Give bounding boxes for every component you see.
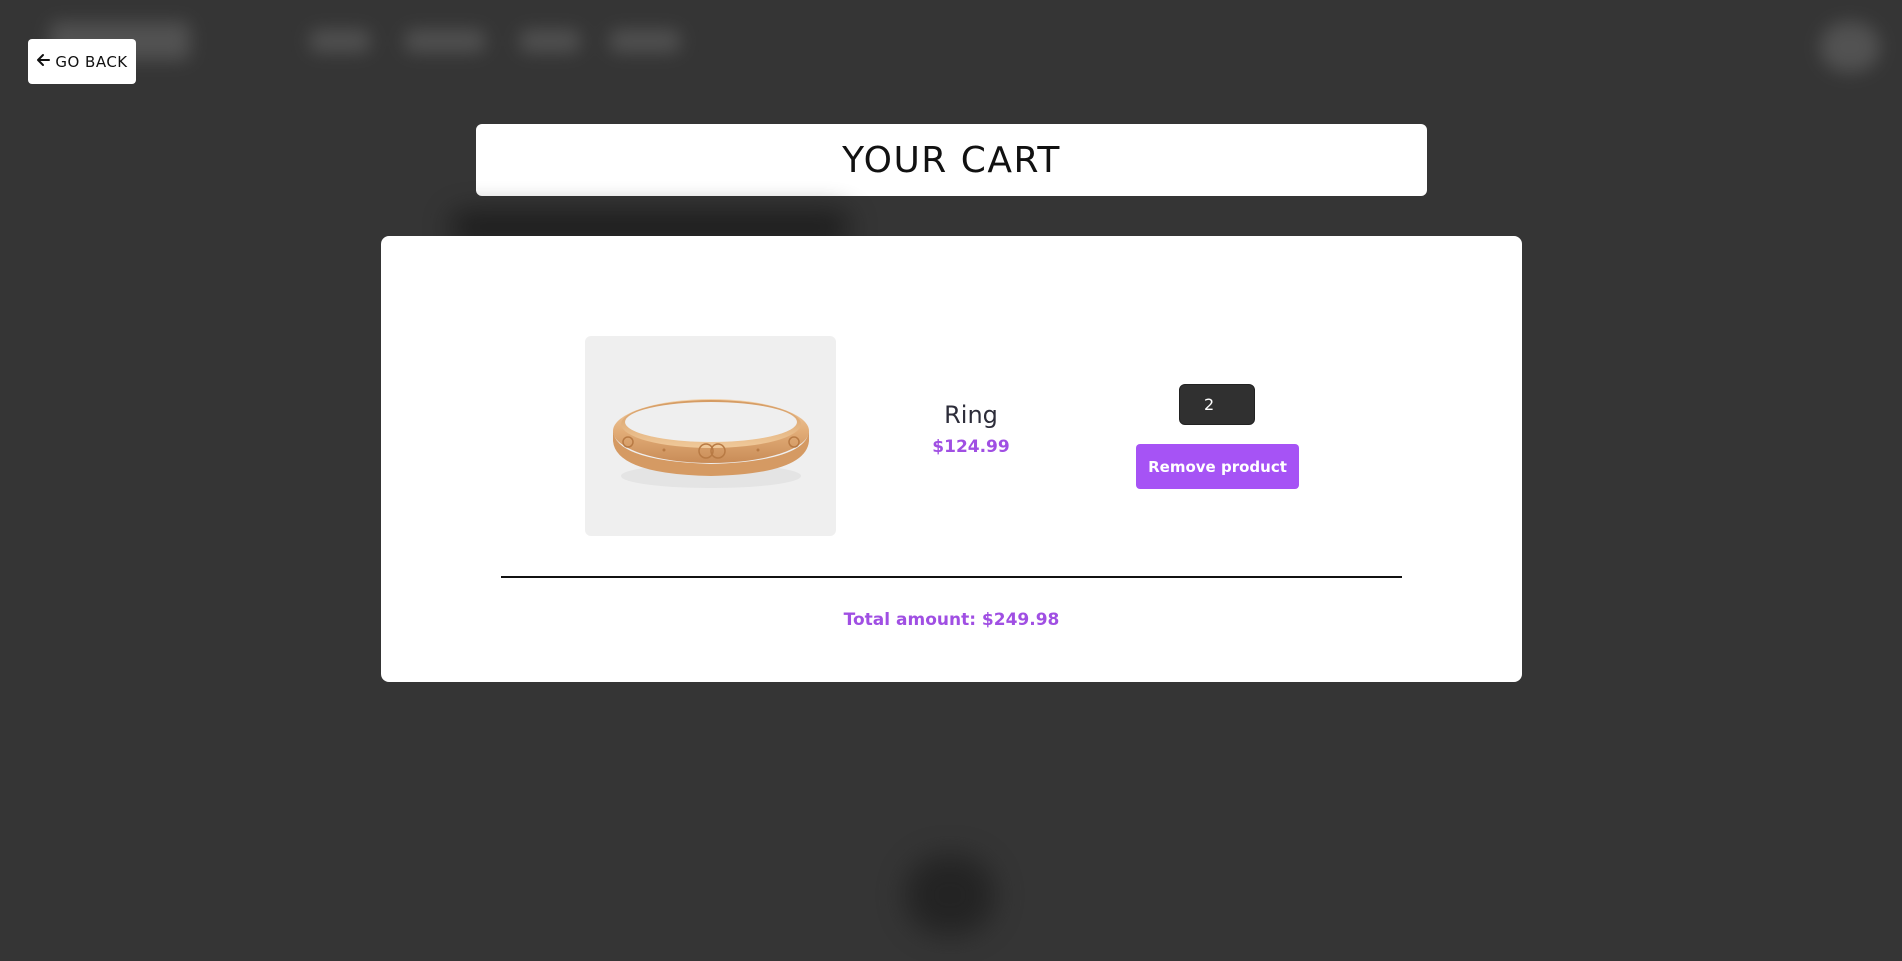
background-navbar-blurred — [0, 0, 1902, 90]
quantity-input[interactable] — [1179, 384, 1255, 425]
background-blur-shape — [905, 855, 995, 935]
page-title: YOUR CART — [842, 139, 1061, 181]
go-back-button[interactable]: GO BACK — [28, 39, 136, 84]
cart-panel: Ring $124.99 Remove product Total amount… — [381, 236, 1522, 682]
product-name: Ring — [944, 401, 998, 429]
product-info: Ring $124.99 — [871, 401, 1071, 457]
total-amount: Total amount: $249.98 — [843, 610, 1060, 630]
product-price: $124.99 — [932, 437, 1010, 457]
product-image — [585, 336, 836, 536]
page-title-bar: YOUR CART — [476, 124, 1427, 196]
go-back-label: GO BACK — [55, 52, 128, 71]
ring-icon — [612, 399, 809, 488]
divider — [501, 576, 1402, 578]
arrow-left-icon — [36, 53, 51, 71]
remove-product-button[interactable]: Remove product — [1136, 444, 1299, 489]
